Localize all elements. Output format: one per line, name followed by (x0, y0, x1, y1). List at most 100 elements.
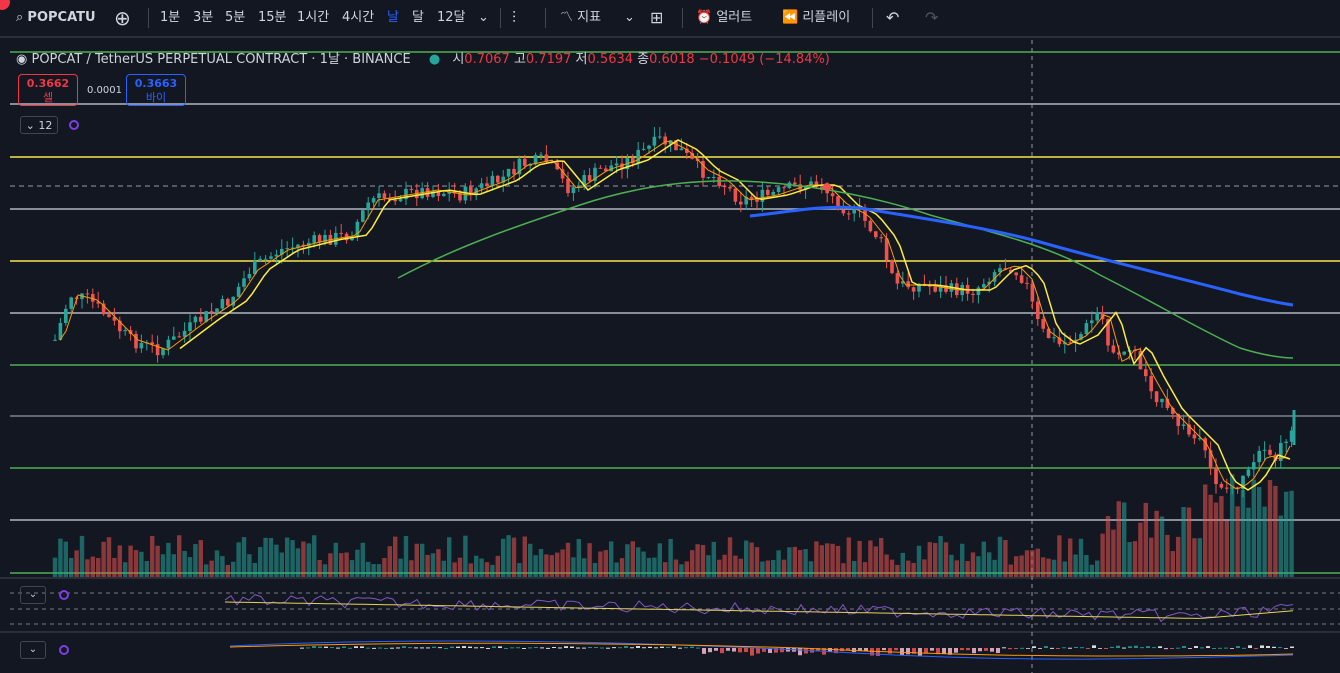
candle-body (285, 248, 289, 250)
macd-histogram-bar (1230, 648, 1234, 649)
volume-bar (927, 542, 932, 577)
candle-body (911, 287, 916, 292)
volume-bar (1230, 474, 1235, 577)
macd-histogram-bar (438, 647, 442, 649)
volume-bar (171, 554, 176, 577)
volume-bar (312, 535, 317, 577)
volume-bar (1078, 538, 1084, 577)
volume-bar (371, 564, 376, 577)
candle-body (91, 294, 95, 302)
volume-bar (1122, 502, 1127, 577)
macd-histogram-bar (408, 647, 412, 649)
macd-histogram-bar (336, 647, 340, 649)
candle-body (906, 281, 910, 288)
macd-histogram-bar (1194, 646, 1198, 648)
macd-pane-collapse[interactable]: ⌄ (20, 641, 46, 659)
rsi-pane-collapse[interactable]: ⌄ (20, 586, 46, 604)
volume-bar (1132, 541, 1138, 577)
volume-bar (900, 552, 905, 577)
macd-histogram-bar (666, 646, 670, 648)
macd-histogram-bar (1092, 645, 1096, 648)
macd-histogram-bar (1086, 648, 1090, 649)
volume-bar (90, 556, 95, 577)
volume-bar (776, 550, 781, 577)
macd-histogram-bar (396, 647, 400, 649)
macd-histogram-bar (426, 647, 430, 649)
volume-bar (1138, 522, 1143, 577)
volume-bar (1208, 494, 1213, 577)
macd-histogram-bar (306, 647, 310, 649)
volume-bar (1014, 556, 1019, 577)
volume-bar (468, 563, 473, 577)
candle-body (598, 167, 603, 169)
volume-bar (657, 543, 662, 577)
volume-bar (63, 541, 68, 577)
volume-bar (1051, 559, 1057, 577)
volume-bar (1143, 502, 1148, 577)
macd-histogram-bar (1242, 647, 1246, 649)
candle-body (242, 278, 246, 287)
volume-bar (592, 562, 598, 577)
legend-title: POPCAT / TetherUS PERPETUAL CONTRACT · 1… (31, 52, 411, 67)
visibility-toggle-icon[interactable] (69, 120, 79, 130)
macd-histogram-bar (918, 648, 922, 656)
volume-bar (457, 557, 463, 577)
volume-bar (976, 556, 981, 577)
sell-button[interactable]: 0.3662 셀 (18, 74, 78, 106)
volume-bar (1116, 501, 1121, 577)
volume-bar (1251, 479, 1256, 577)
price-chart[interactable] (0, 0, 1340, 673)
macd-histogram-bar (456, 646, 460, 648)
indicators-collapse-toggle[interactable]: ⌄ 12 (20, 116, 58, 134)
volume-bar (922, 559, 927, 577)
candle-body (749, 196, 754, 199)
macd-histogram-bar (582, 647, 586, 649)
candle-body (679, 148, 684, 151)
volume-bar (1030, 550, 1035, 577)
candle-body (490, 175, 495, 187)
macd-histogram-bar (648, 646, 652, 648)
volume-bar (679, 564, 684, 577)
macd-histogram-bar (1014, 648, 1018, 649)
volume-bar (328, 553, 333, 577)
low-label: 저 (575, 52, 588, 67)
buy-button[interactable]: 0.3663 바이 (126, 74, 186, 106)
macd-histogram-bar (1032, 646, 1036, 648)
volume-bar (663, 562, 668, 577)
candle-body (971, 293, 975, 295)
volume-bar (360, 542, 365, 577)
volume-bar (1213, 502, 1219, 577)
macd-histogram-bar (1020, 647, 1024, 649)
candle-body (641, 148, 646, 150)
candle-body (1154, 391, 1159, 403)
volume-bar (717, 559, 722, 577)
candle-body (139, 342, 144, 349)
candle-body (841, 209, 846, 214)
volume-bar (544, 554, 549, 577)
volume-bar (241, 537, 247, 577)
volume-bar (528, 543, 533, 577)
candle-body (1090, 320, 1094, 324)
volume-bar (339, 553, 344, 577)
macd-histogram-bar (714, 648, 718, 651)
volume-bar (690, 550, 695, 577)
macd-histogram-bar (1122, 647, 1126, 649)
volume-bar (868, 540, 873, 577)
macd-histogram-bar (558, 647, 562, 649)
candle-body (1246, 469, 1251, 476)
candle-body (879, 237, 883, 239)
candle-body (652, 136, 657, 146)
volume-bar (960, 543, 965, 577)
volume-bar (1149, 537, 1154, 577)
volume-bar (787, 547, 792, 577)
macd-histogram-bar (798, 648, 802, 656)
rsi-visibility-icon[interactable] (59, 590, 69, 600)
macd-visibility-icon[interactable] (59, 645, 69, 655)
volume-bar (128, 545, 133, 577)
volume-bar (490, 564, 495, 577)
candle-body (458, 193, 462, 201)
volume-bar (85, 559, 90, 577)
macd-histogram-bar (1056, 648, 1060, 649)
candle-body (706, 177, 711, 179)
candle-body (614, 163, 619, 166)
